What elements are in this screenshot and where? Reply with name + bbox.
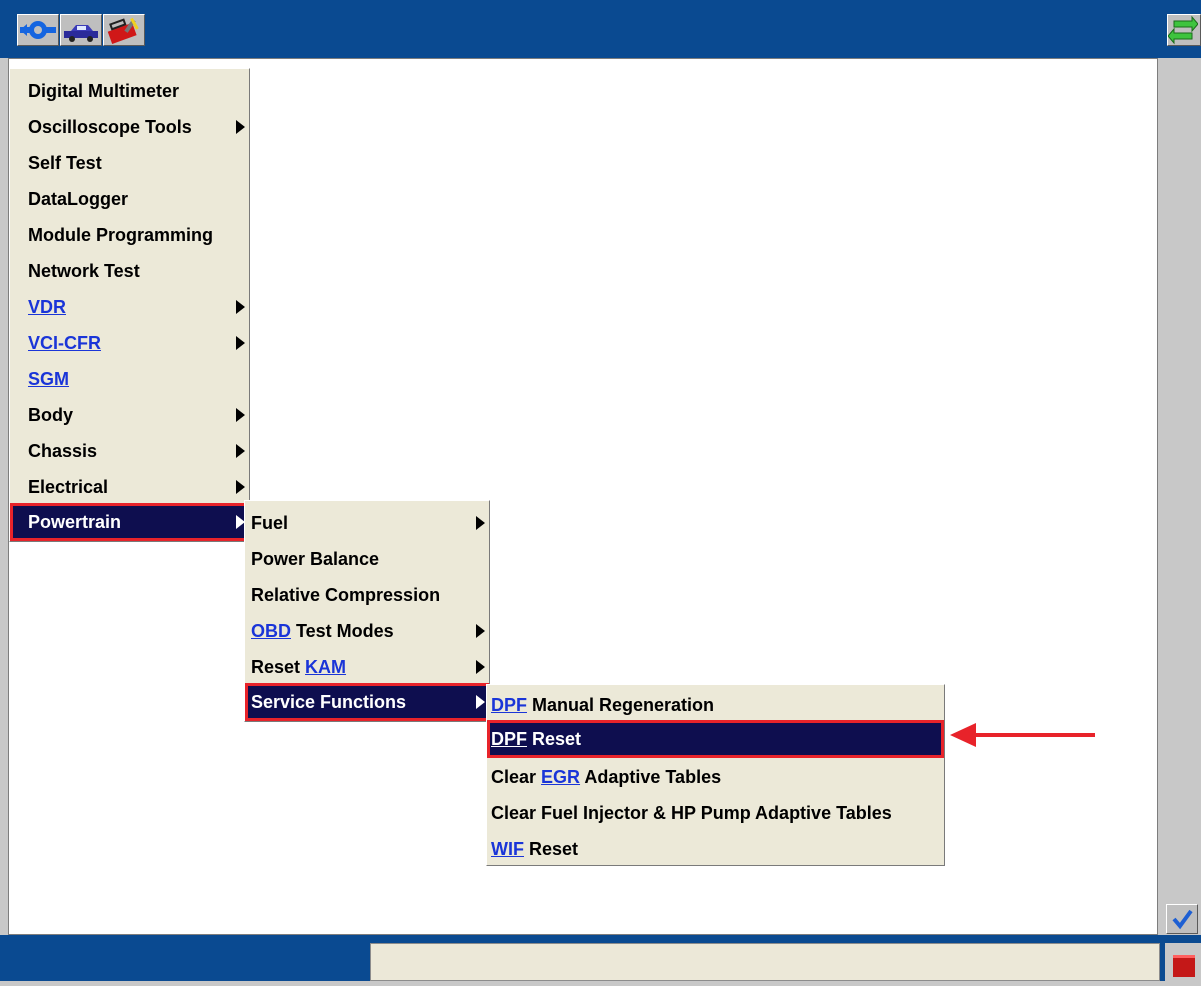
menu-item-label: Powertrain: [28, 512, 122, 532]
menu-item-label: Fuel: [251, 513, 289, 533]
connect-icon: [20, 21, 56, 39]
menu-item-label: Network Test: [28, 261, 140, 281]
menu-item-wif-reset[interactable]: WIF Reset: [487, 831, 944, 867]
menu-item-label: Relative Compression: [251, 585, 441, 605]
menu-item-label: Reset: [527, 729, 582, 749]
menu-item-link: OBD: [251, 621, 291, 641]
menu-item-label: Module Programming: [28, 225, 214, 245]
submenu-arrow-icon: [476, 660, 485, 674]
submenu-arrow-icon: [236, 480, 245, 494]
main-menu: Digital Multimeter Oscilloscope Tools Se…: [9, 68, 250, 542]
status-indicator: [1165, 943, 1201, 981]
submenu-arrow-icon: [236, 300, 245, 314]
menu-item-label: Test Modes: [291, 621, 394, 641]
menu-item-label: Digital Multimeter: [28, 81, 180, 101]
confirm-button[interactable]: [1166, 904, 1198, 934]
menu-item-obd-test-modes[interactable]: OBD Test Modes: [245, 613, 489, 649]
menu-item-label: Self Test: [28, 153, 102, 173]
powertrain-submenu: Fuel Power Balance Relative Compression …: [244, 500, 490, 722]
submenu-arrow-icon: [476, 516, 485, 530]
menu-item-link: DPF: [491, 695, 527, 715]
menu-item-powertrain[interactable]: Powertrain: [10, 503, 249, 541]
menu-item-label: Body: [28, 405, 73, 425]
menu-item-clear-egr-adaptive-tables[interactable]: Clear EGR Adaptive Tables: [487, 759, 944, 795]
menu-item-label: Clear: [491, 767, 542, 787]
menu-item-reset-kam[interactable]: Reset KAM: [245, 649, 489, 685]
menu-item-sgm[interactable]: SGM: [10, 361, 249, 397]
checkmark-icon: [1172, 909, 1193, 930]
toolbox-button[interactable]: [103, 14, 145, 46]
menu-item-label: Electrical: [28, 477, 109, 497]
menu-item-link: SGM: [28, 369, 70, 389]
menu-item-label: Chassis: [28, 441, 98, 461]
menu-item-label: Adaptive Tables: [580, 767, 722, 787]
menu-item-electrical[interactable]: Electrical: [10, 469, 249, 505]
menu-item-network-test[interactable]: Network Test: [10, 253, 249, 289]
menu-item-link: WIF: [491, 839, 524, 859]
menu-item-fuel[interactable]: Fuel: [245, 505, 489, 541]
menu-item-label: Reset: [524, 839, 579, 859]
menu-item-digital-multimeter[interactable]: Digital Multimeter: [10, 73, 249, 109]
menu-item-module-programming[interactable]: Module Programming: [10, 217, 249, 253]
submenu-arrow-icon: [236, 444, 245, 458]
submenu-arrow-icon: [236, 120, 245, 134]
menu-item-datalogger[interactable]: DataLogger: [10, 181, 249, 217]
menu-item-link: VCI-CFR: [28, 333, 101, 353]
menu-item-clear-fuel-injector-hp-pump[interactable]: Clear Fuel Injector & HP Pump Adaptive T…: [487, 795, 944, 831]
submenu-arrow-icon: [476, 695, 485, 709]
red-flag-icon: [1173, 955, 1195, 977]
right-panel: [1158, 58, 1201, 935]
menu-item-self-test[interactable]: Self Test: [10, 145, 249, 181]
menu-item-dpf-reset[interactable]: DPF Reset: [487, 720, 944, 758]
menu-item-link: EGR: [541, 767, 581, 787]
menu-item-label: Power Balance: [251, 549, 380, 569]
menu-item-link: KAM: [305, 657, 347, 677]
menu-item-relative-compression[interactable]: Relative Compression: [245, 577, 489, 613]
status-field: [370, 943, 1160, 981]
top-toolbar: [0, 0, 1201, 58]
menu-item-label: Manual Regeneration: [527, 695, 715, 715]
menu-item-link: VDR: [28, 297, 67, 317]
submenu-arrow-icon: [476, 624, 485, 638]
menu-item-chassis[interactable]: Chassis: [10, 433, 249, 469]
menu-item-label: Reset: [251, 657, 306, 677]
menu-item-vci-cfr[interactable]: VCI-CFR: [10, 325, 249, 361]
menu-item-body[interactable]: Body: [10, 397, 249, 433]
swap-button[interactable]: [1167, 14, 1201, 46]
submenu-arrow-icon: [236, 336, 245, 350]
toolbox-icon: [107, 17, 139, 45]
menu-item-power-balance[interactable]: Power Balance: [245, 541, 489, 577]
menu-item-dpf-manual-regeneration[interactable]: DPF Manual Regeneration: [487, 687, 944, 723]
vehicle-icon: [64, 25, 98, 42]
menu-item-label: Oscilloscope Tools: [28, 117, 192, 137]
service-functions-submenu: DPF Manual Regeneration DPF Reset Clear …: [486, 684, 945, 866]
annotation-arrow-icon: [950, 723, 1095, 747]
menu-item-oscilloscope-tools[interactable]: Oscilloscope Tools: [10, 109, 249, 145]
connect-button[interactable]: [17, 14, 59, 46]
menu-item-label: Clear Fuel Injector & HP Pump Adaptive T…: [491, 803, 892, 823]
swap-arrows-icon: [1167, 15, 1199, 45]
menu-item-link: DPF: [491, 729, 527, 749]
menu-item-vdr[interactable]: VDR: [10, 289, 249, 325]
submenu-arrow-icon: [236, 408, 245, 422]
menu-item-service-functions[interactable]: Service Functions: [245, 683, 489, 721]
vehicle-button[interactable]: [60, 14, 102, 46]
menu-item-label: DataLogger: [28, 189, 129, 209]
menu-item-label: Service Functions: [251, 692, 407, 712]
